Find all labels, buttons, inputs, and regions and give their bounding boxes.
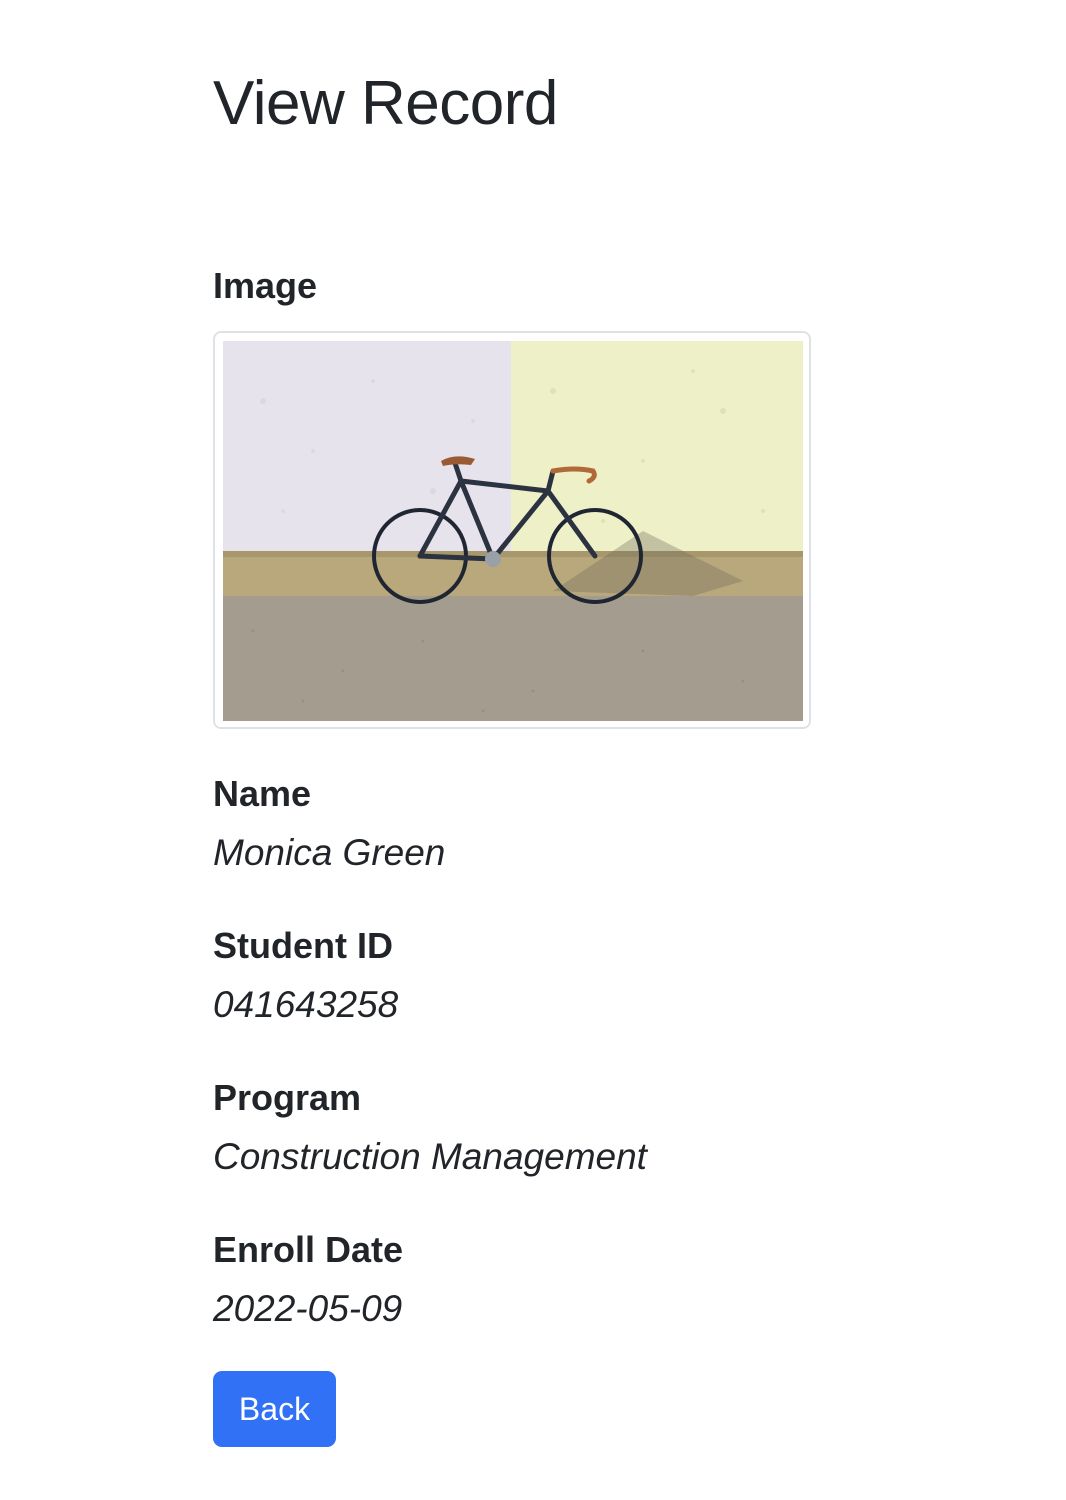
student-id-value: 041643258 [213,984,399,1025]
record-image [213,331,811,729]
image-label: Image [213,265,318,306]
name-label: Name [213,773,312,814]
student-id-label: Student ID [213,925,393,966]
page-title: View Record [213,69,558,138]
bicycle-photo-icon [223,341,803,721]
enroll-date-value: 2022-05-09 [213,1288,403,1329]
program-label: Program [213,1077,362,1118]
back-button[interactable]: Back [213,1371,336,1447]
name-value: Monica Green [213,832,446,873]
enroll-date-label: Enroll Date [213,1229,404,1270]
program-value: Construction Management [213,1136,647,1177]
